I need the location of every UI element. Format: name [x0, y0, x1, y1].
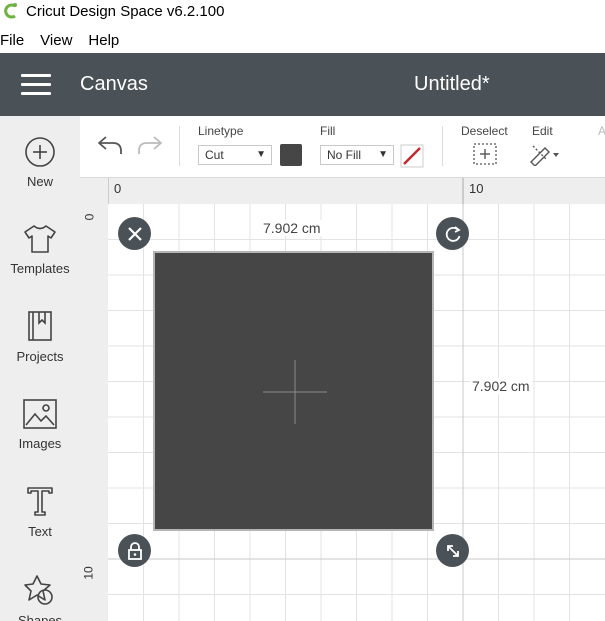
- overflow-label: A: [598, 124, 605, 138]
- sidebar-label-images: Images: [18, 436, 62, 451]
- rotate-handle[interactable]: [436, 217, 469, 250]
- undo-icon[interactable]: [96, 134, 124, 156]
- cricut-logo-icon: [4, 3, 17, 19]
- hamburger-menu-icon[interactable]: [21, 74, 51, 96]
- plus-circle-icon: [25, 137, 55, 167]
- title-bar: Cricut Design Space v6.2.100: [0, 0, 605, 22]
- left-sidebar: New Templates Projects Images Text Shape…: [0, 116, 80, 621]
- text-t-icon: [27, 487, 53, 516]
- resize-arrows-icon: [446, 544, 459, 557]
- shapes-icon: [24, 575, 53, 605]
- delete-handle[interactable]: [118, 217, 151, 250]
- linetype-select[interactable]: Cut ▼: [198, 145, 272, 165]
- edit-tools-icon[interactable]: [527, 142, 561, 166]
- menu-bar: File View Help: [0, 28, 135, 52]
- app-window: Cricut Design Space v6.2.100 File View H…: [0, 0, 605, 621]
- sidebar-item-new[interactable]: New: [0, 136, 80, 189]
- sidebar-label-templates: Templates: [10, 261, 70, 276]
- sidebar-label-text: Text: [28, 524, 52, 539]
- edit-toolbar: Linetype Cut ▼ Fill No Fill ▼ Deselect E…: [80, 116, 605, 178]
- menu-help[interactable]: Help: [88, 32, 119, 49]
- linetype-label: Linetype: [198, 124, 244, 138]
- linetype-value: Cut: [205, 148, 224, 162]
- toolbar-divider: [442, 126, 443, 166]
- chevron-down-icon: ▼: [378, 149, 388, 160]
- sidebar-item-projects[interactable]: Projects: [0, 309, 80, 364]
- chevron-down-icon: ▼: [256, 149, 266, 160]
- deselect-label: Deselect: [461, 124, 508, 138]
- height-dimension-label: 7.902 cm: [470, 378, 532, 394]
- window-title: Cricut Design Space v6.2.100: [26, 2, 225, 20]
- edit-label: Edit: [532, 124, 553, 138]
- ruler-top: 0 10: [80, 178, 605, 204]
- ruler-left-0: 0: [82, 213, 97, 221]
- fill-label: Fill: [320, 124, 336, 138]
- ruler-top-ticks: [108, 178, 464, 204]
- bookmark-book-icon: [28, 311, 52, 341]
- width-dimension-label: 7.902 cm: [261, 220, 323, 236]
- close-icon: [127, 226, 142, 241]
- lock-icon: [127, 541, 142, 560]
- fill-select[interactable]: No Fill ▼: [320, 145, 394, 165]
- selected-square-shape[interactable]: [153, 251, 434, 531]
- image-icon: [23, 399, 57, 429]
- deselect-icon[interactable]: [472, 143, 498, 165]
- sidebar-item-shapes[interactable]: Shapes: [0, 573, 80, 621]
- tshirt-icon: [24, 225, 56, 253]
- ruler-corner: [80, 178, 108, 204]
- sidebar-label-shapes: Shapes: [17, 613, 63, 621]
- rotate-icon: [445, 225, 461, 242]
- sidebar-label-new: New: [26, 174, 53, 189]
- ruler-left-10: 10: [81, 566, 96, 580]
- ruler-left: 0 10: [80, 204, 108, 621]
- app-header: Canvas Untitled*: [0, 53, 605, 116]
- menu-file[interactable]: File: [0, 32, 24, 49]
- sidebar-item-images[interactable]: Images: [0, 398, 80, 451]
- fill-value: No Fill: [327, 148, 362, 162]
- document-title[interactable]: Untitled*: [414, 73, 490, 96]
- menu-view[interactable]: View: [40, 32, 72, 49]
- redo-icon[interactable]: [136, 134, 164, 156]
- resize-handle[interactable]: [436, 534, 469, 567]
- sidebar-label-projects: Projects: [16, 349, 64, 364]
- sidebar-item-templates[interactable]: Templates: [0, 223, 80, 276]
- linetype-color-swatch[interactable]: [280, 144, 302, 166]
- toolbar-divider: [179, 126, 180, 166]
- sidebar-item-text[interactable]: Text: [0, 484, 80, 539]
- center-crosshair-icon: [263, 360, 327, 424]
- section-title: Canvas: [80, 73, 148, 95]
- no-fill-swatch-icon[interactable]: [400, 144, 424, 168]
- lock-handle[interactable]: [118, 534, 151, 567]
